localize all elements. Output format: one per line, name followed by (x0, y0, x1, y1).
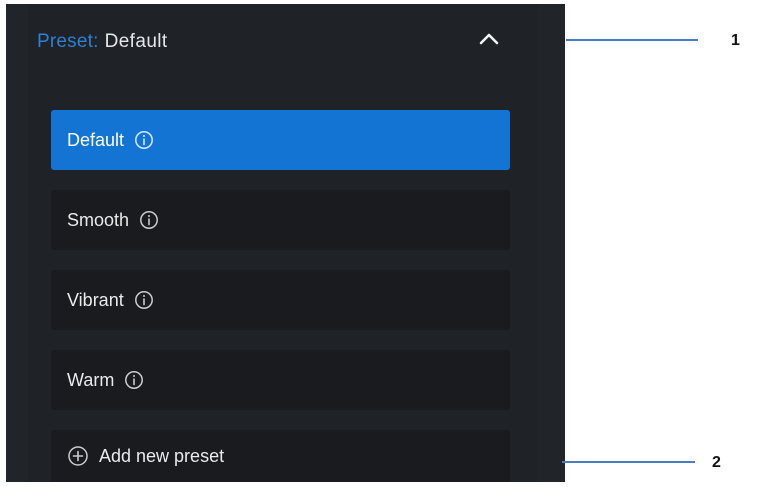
preset-item-warm[interactable]: Warm (51, 350, 510, 410)
preset-item-smooth[interactable]: Smooth (51, 190, 510, 250)
preset-header-value: Default (104, 31, 168, 52)
callout-1-number: 1 (731, 32, 740, 49)
info-icon[interactable] (124, 370, 144, 390)
screenshot-stage: Preset: Default Default Smooth Vibrant W… (0, 0, 774, 487)
callout-2-line (562, 461, 695, 463)
preset-header-label: Preset: (37, 31, 99, 52)
plus-circle-icon (67, 445, 89, 467)
preset-item-label: Warm (67, 369, 115, 390)
preset-item-label: Smooth (67, 209, 130, 230)
add-new-preset-label: Add new preset (99, 445, 225, 466)
callout-2-number: 2 (712, 454, 721, 471)
preset-item-default[interactable]: Default (51, 110, 510, 170)
info-icon[interactable] (139, 210, 159, 230)
preset-item-label: Vibrant (67, 289, 124, 310)
preset-header[interactable]: Preset: Default (37, 24, 515, 60)
collapse-button[interactable] (477, 27, 501, 51)
add-new-preset-button[interactable]: Add new preset (51, 430, 510, 482)
info-icon[interactable] (134, 290, 154, 310)
preset-item-vibrant[interactable]: Vibrant (51, 270, 510, 330)
callout-1-line (566, 39, 698, 41)
chevron-up-icon (479, 33, 499, 45)
info-icon[interactable] (134, 130, 154, 150)
preset-item-label: Default (67, 129, 125, 150)
